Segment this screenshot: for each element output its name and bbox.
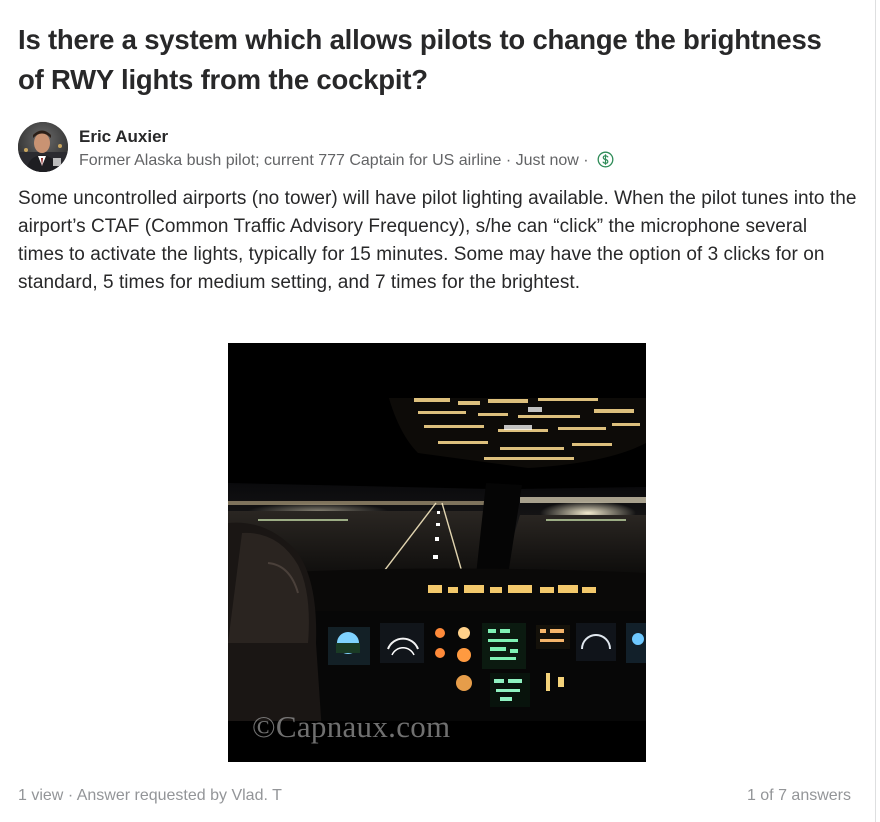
answer-requested-by[interactable]: Answer requested by Vlad. T: [77, 787, 282, 804]
answer-body: Some uncontrolled airports (no tower) wi…: [18, 188, 857, 293]
footer-separator: ·: [67, 787, 74, 804]
cockpit-night-image: [228, 343, 646, 762]
answer-timestamp[interactable]: Just now: [516, 152, 579, 169]
author-credential[interactable]: Former Alaska bush pilot; current 777 Ca…: [79, 152, 501, 169]
dollar-circle-icon[interactable]: [597, 151, 614, 174]
author-meta: Former Alaska bush pilot; current 777 Ca…: [79, 151, 614, 174]
image-watermark: ©Capnaux.com: [252, 709, 451, 744]
author-row: Eric Auxier Former Alaska bush pilot; cu…: [18, 122, 858, 174]
meta-separator: ·: [583, 152, 589, 169]
meta-separator: ·: [505, 152, 512, 169]
question-title[interactable]: Is there a system which allows pilots to…: [18, 20, 838, 100]
answer-position: 1 of 7 answers: [746, 787, 851, 804]
answer-stats: 1 view · Answer requested by Vlad. T: [18, 786, 282, 806]
author-avatar[interactable]: [18, 122, 68, 172]
view-count[interactable]: 1 view: [18, 787, 63, 804]
answer-card: Is there a system which allows pilots to…: [0, 0, 876, 822]
avatar-photo: [18, 122, 68, 172]
cockpit-photo[interactable]: ©Capnaux.com: [228, 343, 646, 762]
author-name[interactable]: Eric Auxier: [79, 127, 168, 147]
